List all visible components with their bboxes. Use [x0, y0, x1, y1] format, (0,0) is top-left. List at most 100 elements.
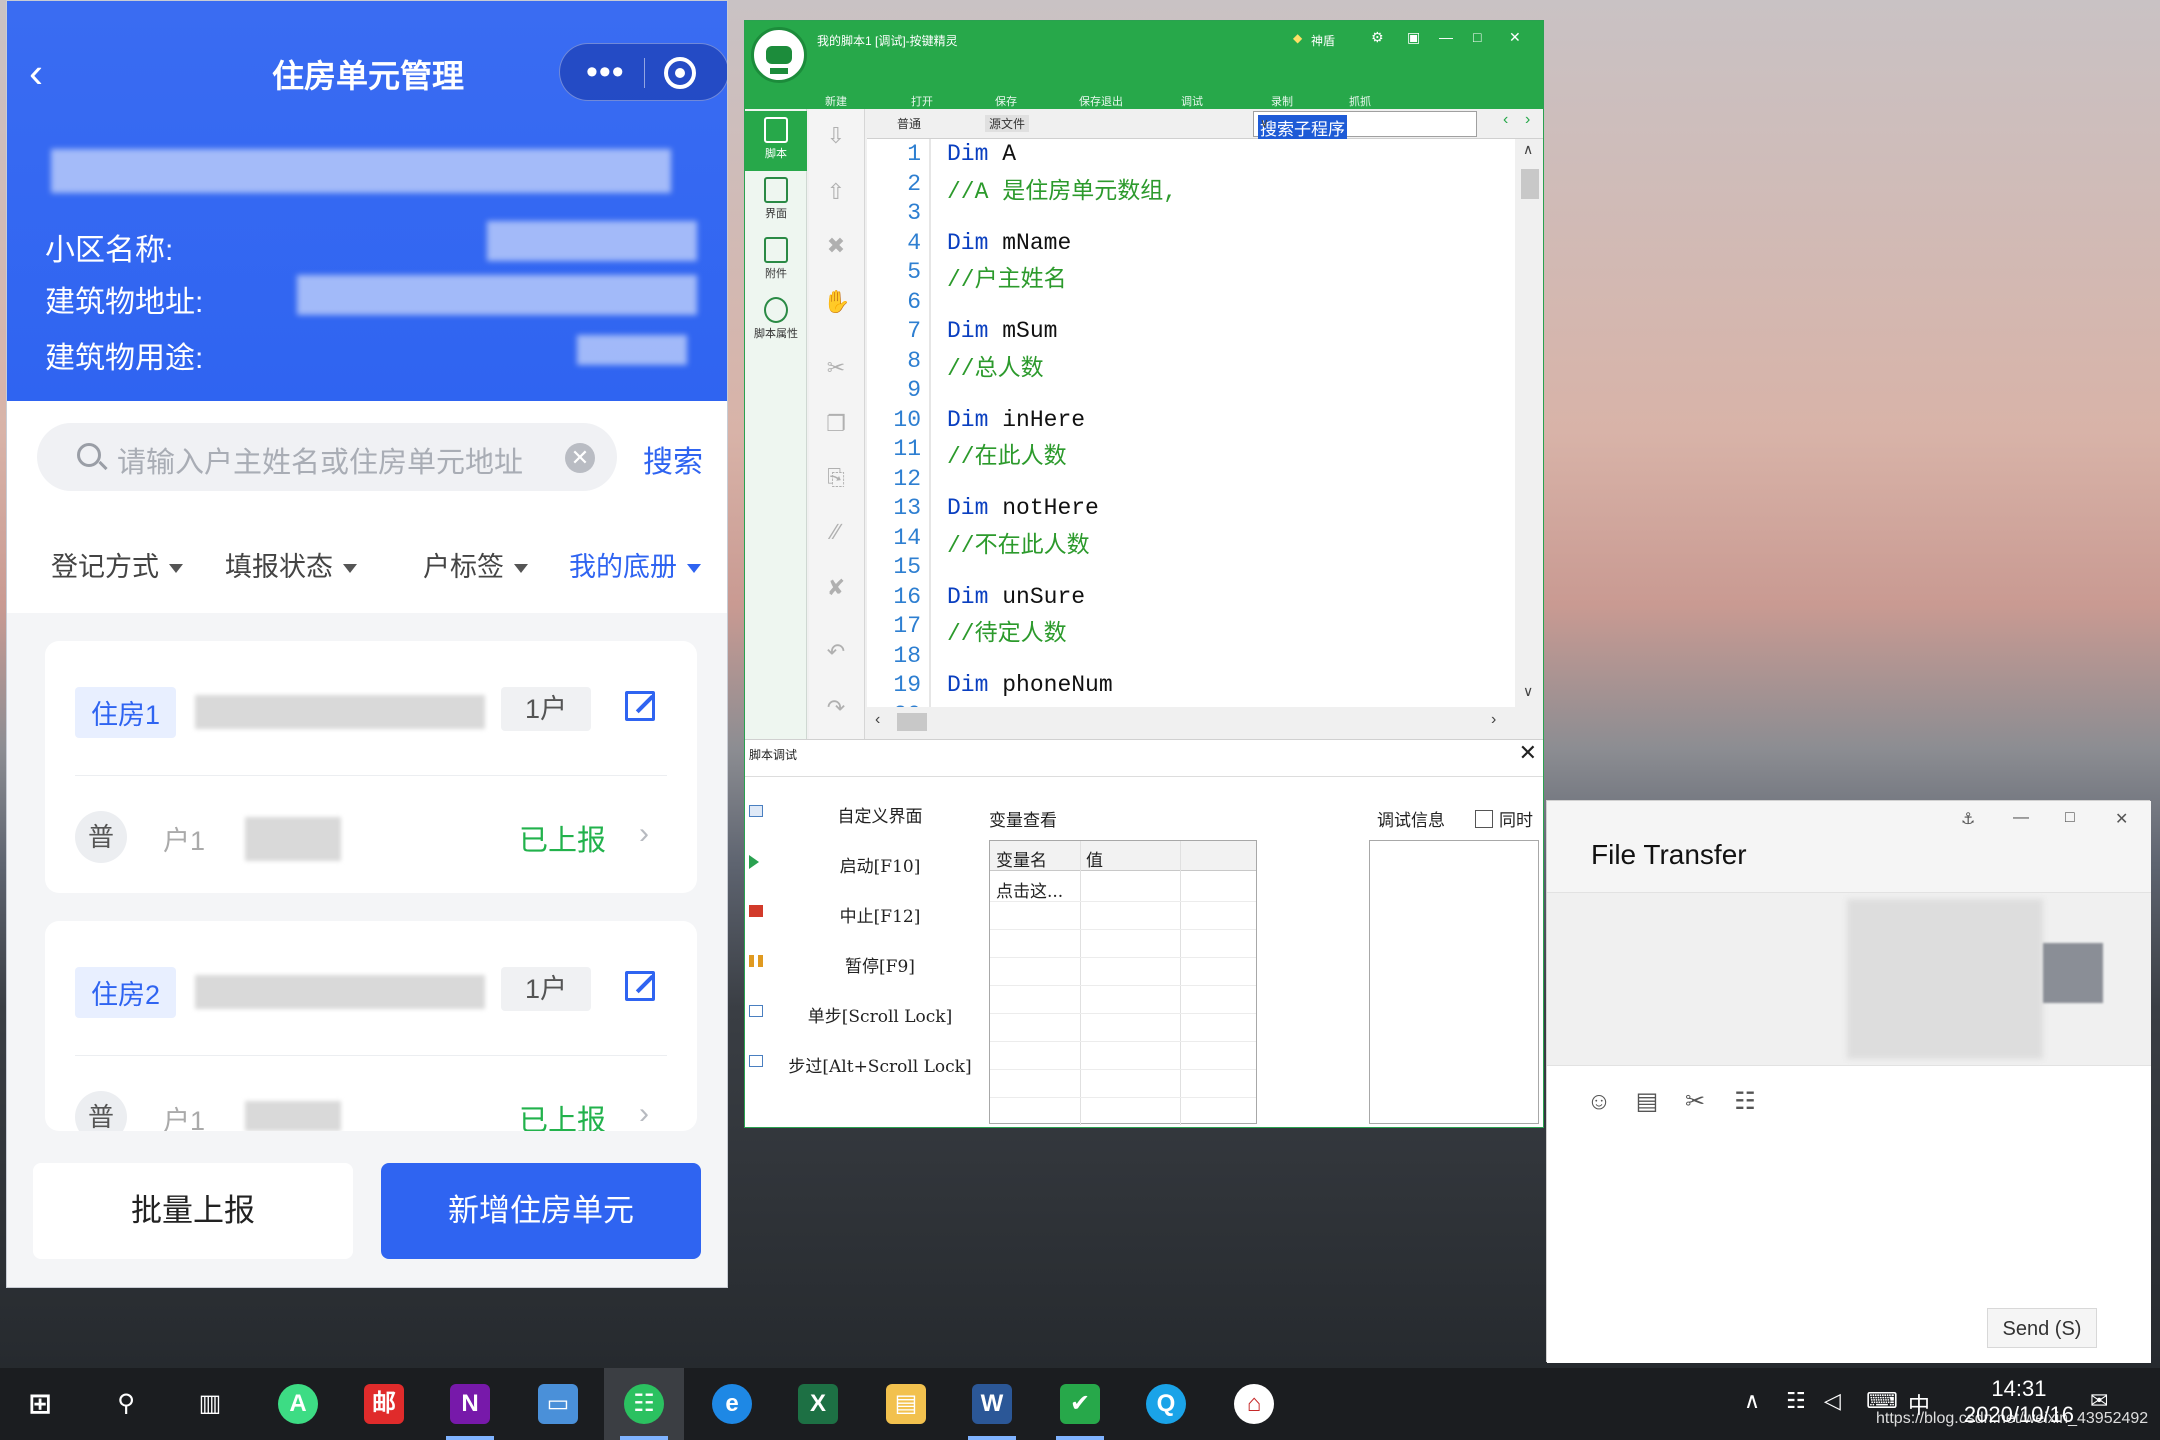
network-icon[interactable]: ☷	[1786, 1388, 1806, 1414]
volume-icon[interactable]: ◁	[1824, 1388, 1841, 1414]
search-input[interactable]: 请输入户主姓名或住房单元地址 ✕	[37, 423, 617, 491]
edit-icon[interactable]	[625, 971, 655, 1001]
copy-icon[interactable]: ❐	[823, 411, 849, 437]
pin-icon[interactable]: ⚓	[1961, 809, 1975, 829]
message-input-area[interactable]: ☺ ▤ ✂ ☷ Send (S)	[1547, 1065, 2151, 1363]
gear-icon[interactable]: ⚙	[1371, 29, 1384, 46]
housing-unit-card[interactable]: 住房1 1户 普 户1 已上报 ›	[45, 641, 697, 893]
taskbar-search-app[interactable]: Q	[1126, 1368, 1206, 1440]
side-tab-properties[interactable]: 脚本属性	[745, 291, 807, 351]
prev-icon[interactable]: ‹	[1503, 111, 1508, 129]
taskbar-key-wizard[interactable]: ✔	[1040, 1368, 1120, 1440]
start-button[interactable]: ⊞	[0, 1368, 80, 1440]
toolbar-save[interactable]: 保存	[995, 93, 1017, 109]
chevron-right-icon[interactable]: ›	[639, 1097, 649, 1131]
hand-icon[interactable]: ✋	[823, 289, 850, 315]
taskbar-excel[interactable]: X	[778, 1368, 858, 1440]
search-button[interactable]: 搜索	[643, 437, 703, 481]
restore-icon[interactable]: ▣	[1407, 29, 1420, 46]
tab-source[interactable]: 源文件	[985, 115, 1030, 132]
scroll-down-icon[interactable]: ∨	[1523, 683, 1533, 700]
paste-icon[interactable]: ⎘	[823, 465, 849, 491]
side-tab-attachment[interactable]: 附件	[745, 231, 807, 291]
chevron-right-icon[interactable]: ›	[639, 817, 649, 851]
send-button[interactable]: Send (S)	[1987, 1308, 2097, 1348]
minimize-icon[interactable]: —	[1439, 29, 1453, 45]
minimize-icon[interactable]: —	[2013, 809, 2029, 827]
start-button[interactable]: 启动[F10]	[745, 848, 975, 878]
scissors-icon[interactable]: ✂	[1681, 1088, 1709, 1116]
taskbar-edge[interactable]: e	[692, 1368, 772, 1440]
toolbar-open[interactable]: 打开	[911, 93, 933, 109]
batch-report-button[interactable]: 批量上报	[33, 1163, 353, 1259]
toolbar-new[interactable]: 新建	[825, 93, 847, 109]
undo-icon[interactable]: ↶	[823, 639, 849, 665]
toolbar-record[interactable]: 录制	[1271, 93, 1293, 109]
scroll-right-icon[interactable]: ›	[1491, 711, 1496, 729]
uncomment-icon[interactable]: ✘	[823, 575, 849, 601]
tab-normal[interactable]: 普通	[897, 115, 921, 132]
variable-table[interactable]: 变量名 值 点击这...	[989, 840, 1257, 1125]
add-housing-unit-button[interactable]: 新增住房单元	[381, 1163, 701, 1259]
taskbar-file-explorer[interactable]: ▤	[866, 1368, 946, 1440]
scroll-left-icon[interactable]: ‹	[875, 711, 880, 729]
emoji-icon[interactable]: ☺	[1585, 1088, 1613, 1116]
maximize-icon[interactable]: □	[1473, 29, 1481, 45]
delete-icon[interactable]: ✖	[823, 233, 849, 259]
filter-my-register[interactable]: 我的底册	[569, 545, 701, 584]
filter-registration-method[interactable]: 登记方式	[51, 545, 183, 584]
shield-icon[interactable]: ◆	[1293, 31, 1302, 45]
scroll-thumb[interactable]	[1521, 169, 1539, 199]
taskbar-android-studio[interactable]: A	[258, 1368, 338, 1440]
pause-button[interactable]: 暂停[F9]	[745, 948, 975, 978]
custom-ui-button[interactable]: 自定义界面	[745, 798, 975, 828]
maximize-icon[interactable]: □	[2065, 809, 2075, 827]
taskbar-wechat[interactable]: ☷	[604, 1368, 684, 1440]
edit-icon[interactable]	[625, 691, 655, 721]
step-over-button[interactable]: 步过[Alt+Scroll Lock]	[745, 1048, 975, 1078]
move-up-icon[interactable]: ⇧	[823, 179, 849, 205]
side-tab-ui[interactable]: 界面	[745, 171, 807, 231]
more-icon[interactable]: •••	[586, 52, 625, 92]
message-image[interactable]	[1847, 899, 2043, 1059]
scroll-up-icon[interactable]: ∧	[1523, 141, 1533, 158]
folder-icon[interactable]: ▤	[1633, 1088, 1661, 1116]
code-editor[interactable]: 123456789101112131415161718192021 Dim A/…	[867, 139, 1515, 707]
taskbar-mail-app[interactable]: 邮	[344, 1368, 424, 1440]
clear-icon[interactable]: ✕	[565, 443, 595, 473]
next-icon[interactable]: ›	[1525, 111, 1530, 129]
procedure-select[interactable]: 搜索子程序 ∨	[1253, 111, 1477, 140]
cut-icon[interactable]: ✂	[823, 355, 849, 381]
shield-label[interactable]: 神盾	[1311, 32, 1335, 49]
step-into-button[interactable]: 单步[Scroll Lock]	[745, 998, 975, 1028]
taskbar-word[interactable]: W	[952, 1368, 1032, 1440]
tray-expand-icon[interactable]: ∧	[1744, 1388, 1760, 1414]
toolbar-debug[interactable]: 调试	[1181, 93, 1203, 109]
scroll-thumb[interactable]	[897, 713, 927, 731]
taskbar-remote-desktop[interactable]: ▭	[518, 1368, 598, 1440]
taskbar-red-app[interactable]: ⌂	[1214, 1368, 1294, 1440]
housing-unit-card[interactable]: 住房2 1户 普 户1 已上报 ›	[45, 921, 697, 1131]
filter-report-status[interactable]: 填报状态	[225, 545, 357, 584]
redo-icon[interactable]: ↷	[823, 695, 849, 721]
horizontal-scrollbar[interactable]: ‹ ›	[867, 707, 1515, 737]
stop-button[interactable]: 中止[F12]	[745, 898, 975, 928]
close-mini-program-icon[interactable]	[664, 57, 696, 89]
message-thumbnail[interactable]	[2043, 943, 2103, 1003]
filter-household-tag[interactable]: 户标签	[423, 545, 528, 584]
close-icon[interactable]: ✕	[1509, 29, 1521, 46]
sync-checkbox[interactable]	[1475, 810, 1493, 828]
side-tab-script[interactable]: 脚本	[745, 111, 807, 171]
chat-bubble-icon[interactable]: ☷	[1731, 1088, 1759, 1116]
close-icon[interactable]: ✕	[2115, 809, 2128, 829]
vertical-scrollbar[interactable]: ∧ ∨	[1515, 139, 1543, 707]
variable-click-hint[interactable]: 点击这...	[996, 877, 1063, 902]
toolbar-capture[interactable]: 抓抓	[1349, 93, 1371, 109]
task-view-button[interactable]: ▥	[170, 1368, 250, 1440]
debug-info-box[interactable]	[1369, 840, 1539, 1124]
taskbar-onenote[interactable]: N	[430, 1368, 510, 1440]
comment-icon[interactable]: ∕∕	[823, 519, 849, 545]
search-button[interactable]: ⚲	[86, 1368, 166, 1440]
move-down-icon[interactable]: ⇩	[823, 123, 849, 149]
close-icon[interactable]: ✕	[1519, 740, 1537, 766]
